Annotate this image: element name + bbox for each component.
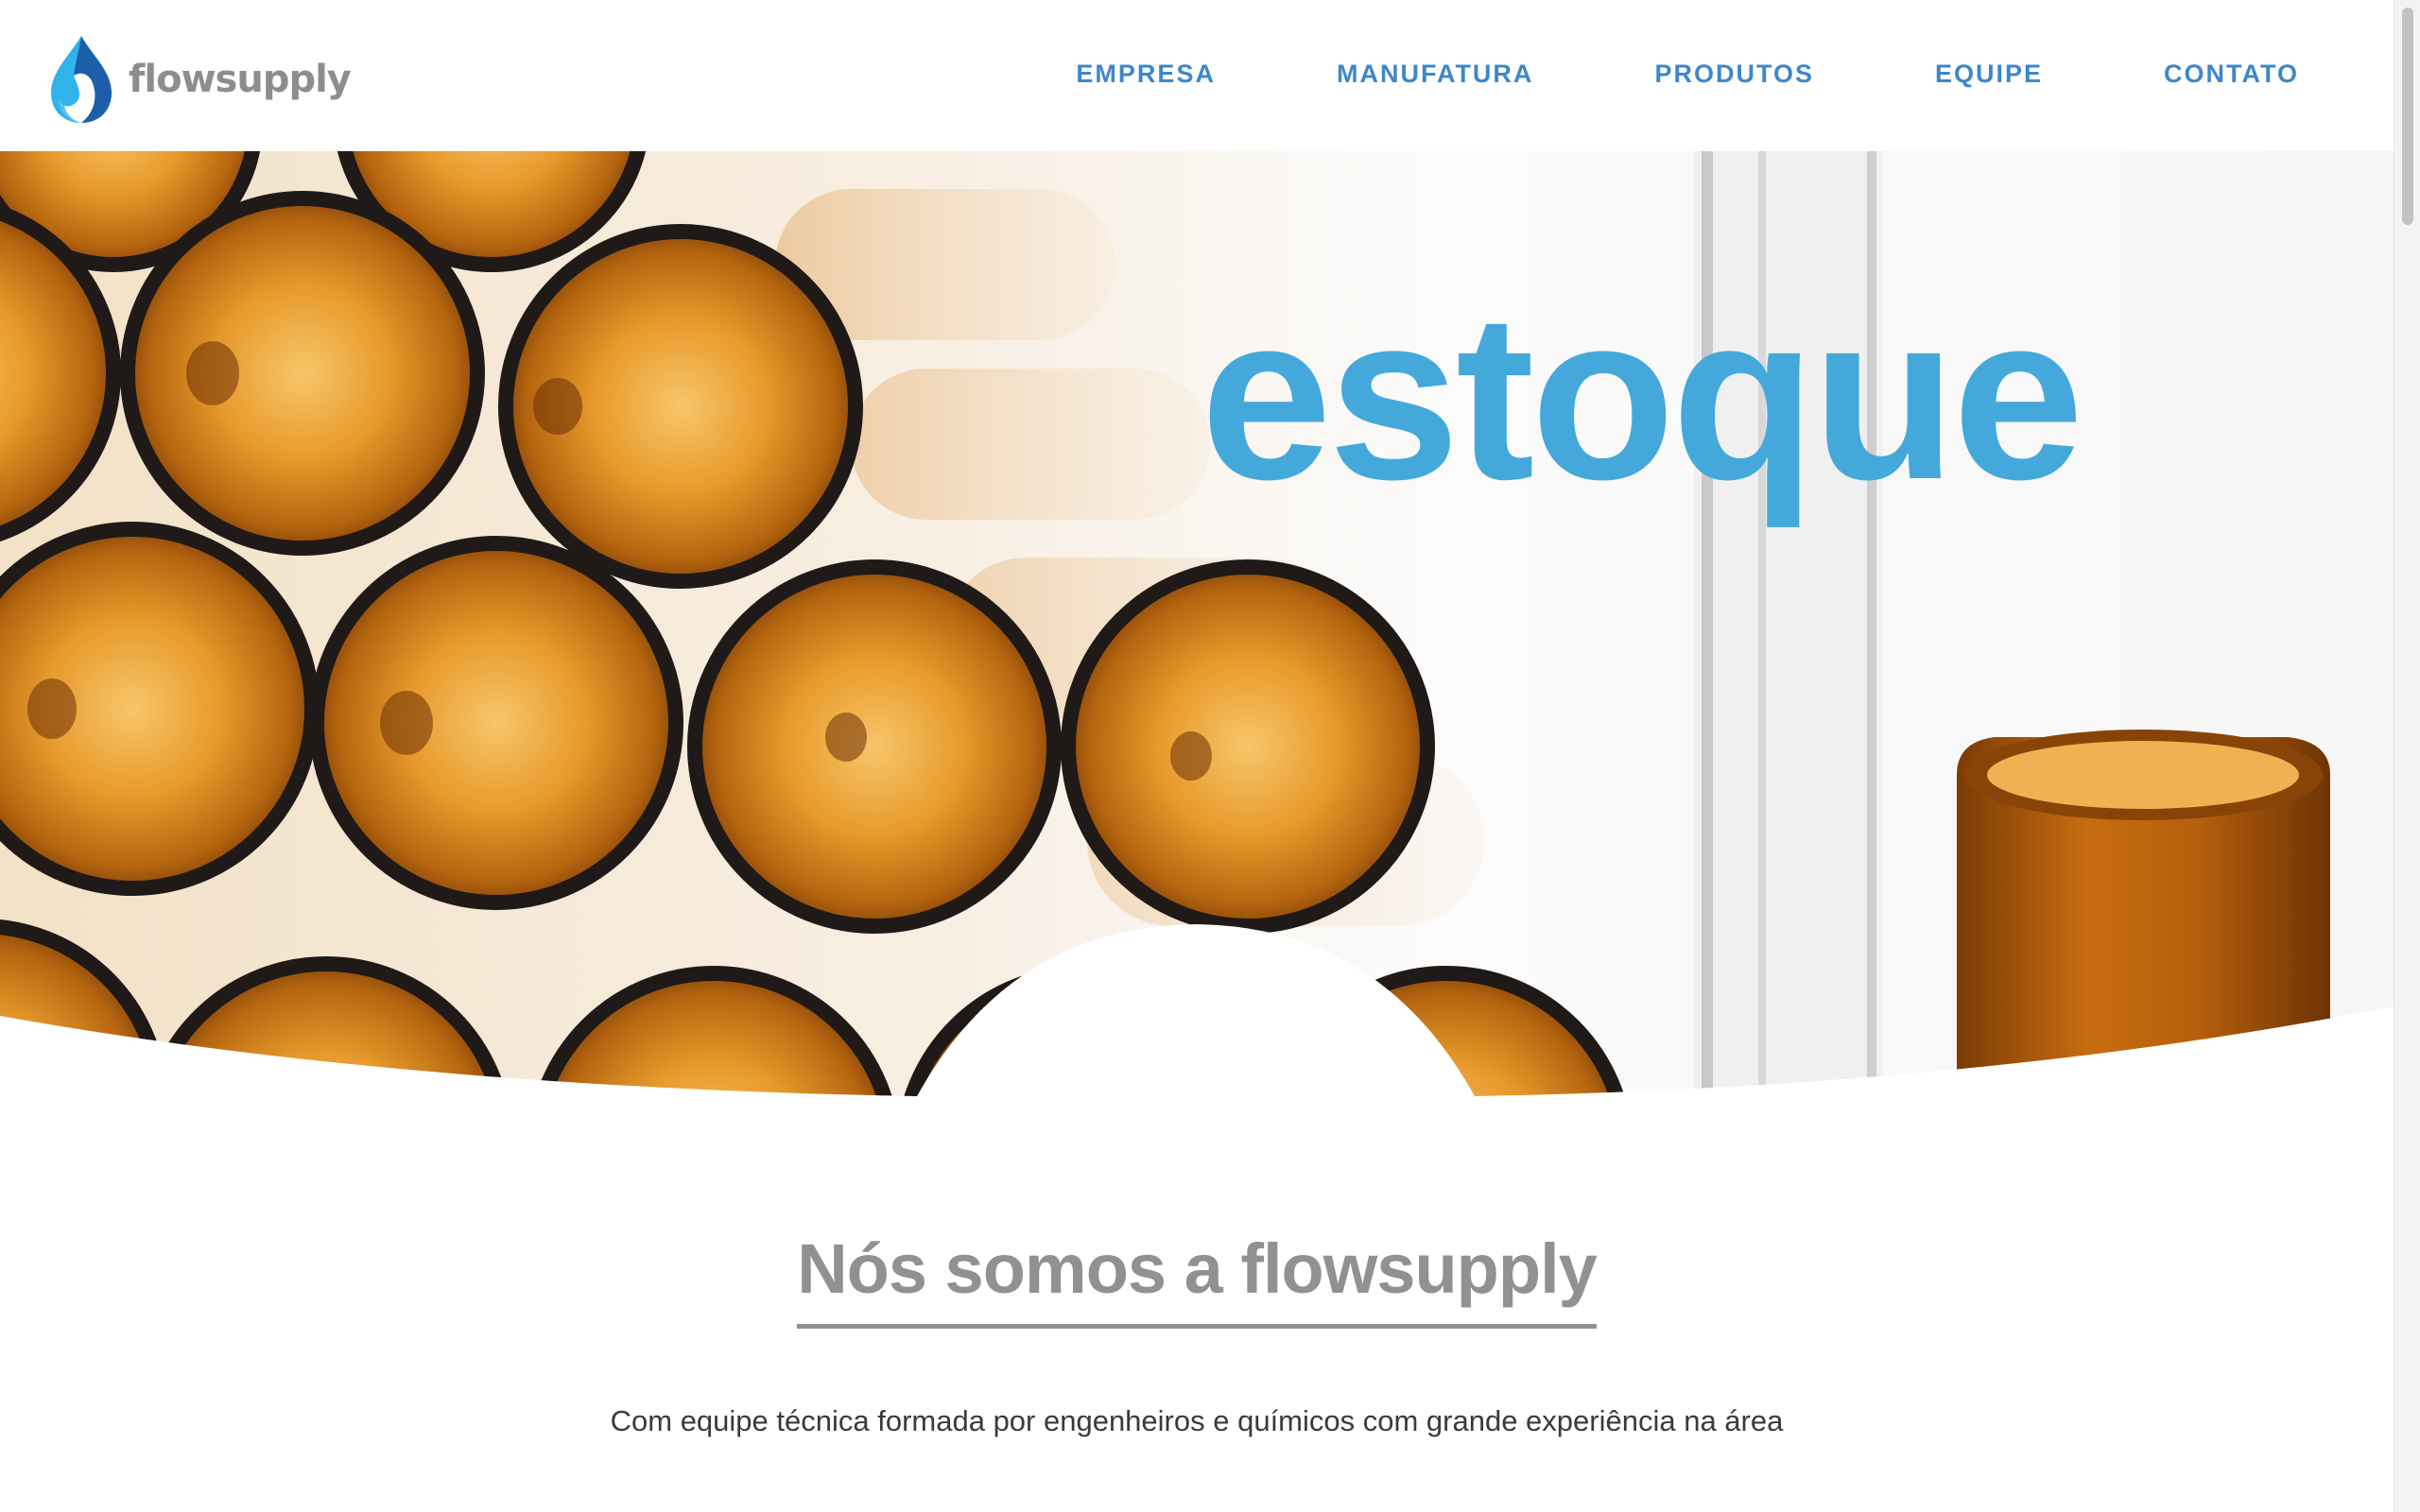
logo-wordmark: flowsupply xyxy=(129,58,352,101)
hero-headline: estoque xyxy=(1201,265,2083,528)
about-section: Nós somos a flowsupply Com equipe técnic… xyxy=(0,1228,2394,1442)
about-text: Com equipe técnica formada por engenheir… xyxy=(610,1404,1784,1437)
page: flowsupply EMPRESA MANUFATURA PRODUTOS E… xyxy=(0,0,2420,1512)
water-drop-logo-icon xyxy=(51,36,112,123)
logo-link[interactable]: flowsupply xyxy=(45,32,352,127)
page-scrollbar[interactable] xyxy=(2394,0,2420,1512)
hero-slider: estoque xyxy=(0,151,2394,1096)
main-nav: EMPRESA MANUFATURA PRODUTOS EQUIPE CONTA… xyxy=(955,55,2299,93)
site-header: flowsupply EMPRESA MANUFATURA PRODUTOS E… xyxy=(0,0,2394,151)
nav-item-manufatura[interactable]: MANUFATURA xyxy=(1337,55,1533,93)
nav-item-contato[interactable]: CONTATO xyxy=(2164,55,2299,93)
about-title: Nós somos a flowsupply xyxy=(797,1228,1598,1329)
nav-item-produtos[interactable]: PRODUTOS xyxy=(1654,55,1814,93)
scrollbar-thumb[interactable] xyxy=(2402,8,2413,225)
nav-item-equipe[interactable]: EQUIPE xyxy=(1935,55,2043,93)
nav-item-empresa[interactable]: EMPRESA xyxy=(1076,55,1216,93)
